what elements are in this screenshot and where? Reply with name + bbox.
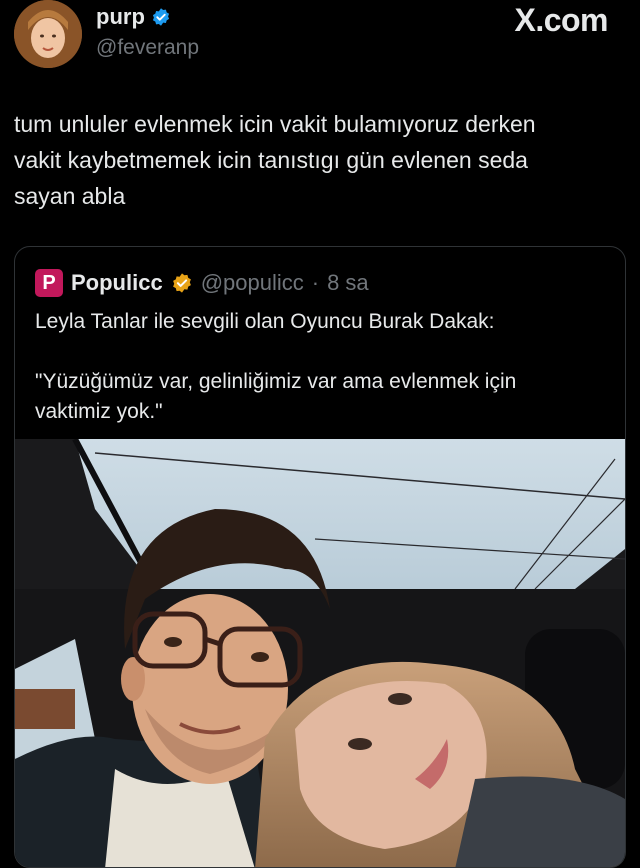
separator-dot: ·	[311, 270, 320, 295]
avatar-image	[14, 0, 82, 68]
avatar[interactable]	[14, 0, 82, 68]
populicc-logo[interactable]: P	[35, 269, 63, 297]
quoted-tweet-header: P Populicc @populicc · 8 sa	[35, 269, 369, 297]
gold-verified-badge-icon	[172, 273, 191, 293]
tweet-text: tum unluler evlenmek icin vakit bulamıyo…	[14, 111, 536, 209]
display-name-text: purp	[96, 4, 145, 29]
quoted-timestamp[interactable]: 8 sa	[327, 270, 369, 296]
tweet-header: purp @feveranp X.com	[0, 0, 640, 80]
car-selfie-image	[15, 439, 625, 867]
x-logo: X.com	[514, 2, 608, 38]
quoted-tweet-photo[interactable]	[15, 439, 625, 867]
quoted-tweet[interactable]: P Populicc @populicc · 8 sa Leyla Tanlar…	[14, 246, 626, 868]
quoted-handle[interactable]: @populicc	[201, 270, 304, 296]
quoted-display-name[interactable]: Populicc	[71, 270, 163, 296]
user-handle[interactable]: @feveranp	[96, 36, 199, 60]
verified-badge-icon	[152, 8, 169, 26]
display-name[interactable]: purp	[96, 4, 171, 30]
quoted-tweet-text: Leyla Tanlar ile sevgili olan Oyuncu Bur…	[35, 310, 517, 423]
